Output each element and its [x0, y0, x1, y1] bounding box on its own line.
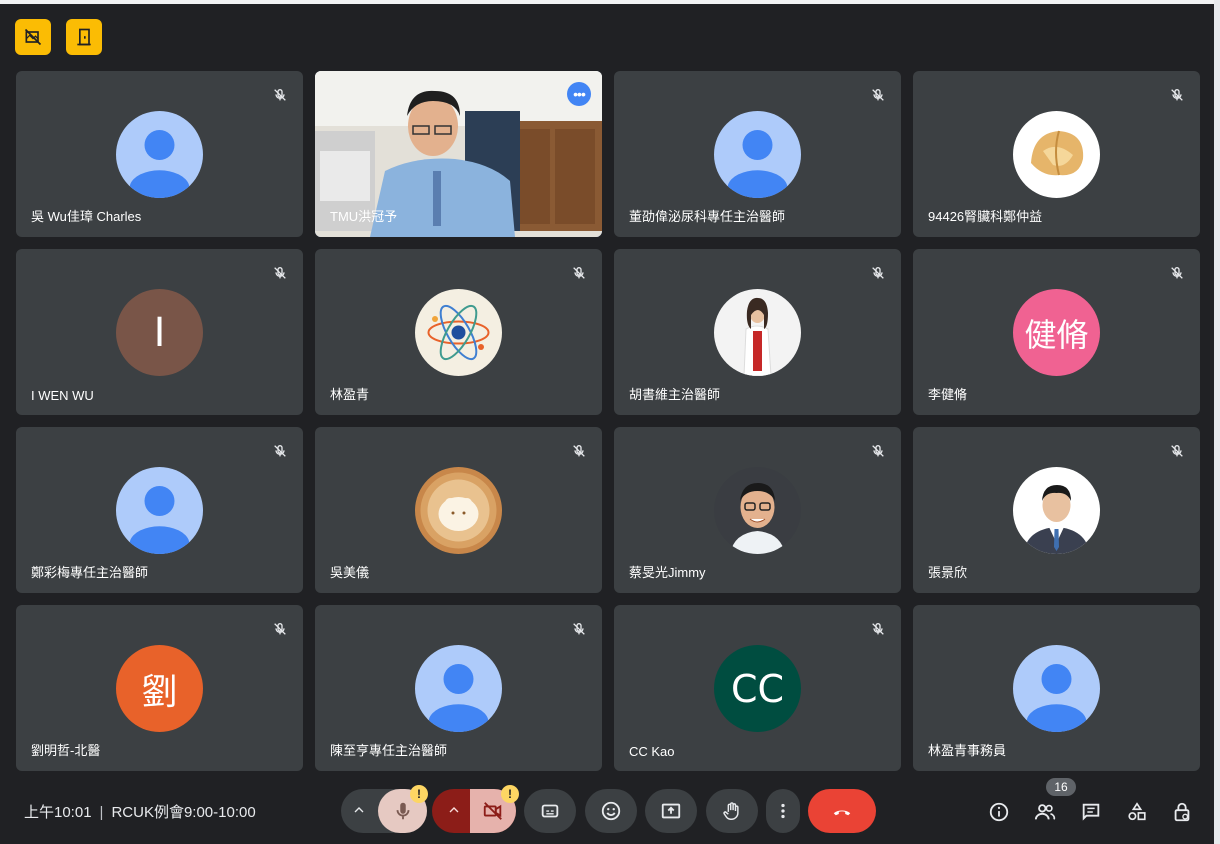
- participant-name: 鄭彩梅專任主治醫師: [31, 565, 149, 580]
- participant-name: I WEN WU: [31, 388, 94, 403]
- participant-name: 林盈青事務員: [928, 743, 1007, 758]
- present-icon: [661, 803, 681, 819]
- participant-tile[interactable]: 蔡旻光Jimmy: [614, 427, 901, 593]
- default-avatar-icon: [714, 111, 801, 198]
- activities-icon[interactable]: [1124, 799, 1150, 825]
- participant-tile[interactable]: 陳至亨專任主治醫師: [315, 605, 602, 771]
- participant-tile[interactable]: 胡書維主治醫師: [614, 249, 901, 415]
- letter-avatar: 劉: [116, 645, 203, 732]
- mic-off-icon: [568, 262, 590, 284]
- chevron-up-icon[interactable]: [351, 802, 367, 823]
- more-vert-icon: [781, 803, 785, 819]
- participant-name: TMU洪冠予: [330, 209, 398, 224]
- participant-tile[interactable]: 94426腎臟科鄭仲益: [913, 71, 1200, 237]
- participant-name: 94426腎臟科鄭仲益: [928, 209, 1043, 224]
- window-right-edge: [1214, 0, 1220, 844]
- latte-art-avatar: [415, 467, 502, 554]
- man-suit-photo-avatar: [1013, 467, 1100, 554]
- letter-avatar: CC: [714, 645, 801, 732]
- mic-off-icon: [269, 440, 291, 462]
- participant-name: 李健脩: [928, 387, 968, 402]
- current-time: 上午10:01: [24, 804, 92, 821]
- participant-name: 吳美儀: [330, 565, 370, 580]
- present-screen-button[interactable]: [645, 789, 697, 833]
- meeting-title: RCUK例會9:00-10:00: [111, 804, 256, 821]
- letter-avatar: I: [116, 289, 203, 376]
- participant-grid: 吳 Wu佳璋 Charles ••• TMU洪冠予 董劭偉泌尿科專任主治醫師 9…: [16, 71, 1201, 773]
- host-controls-icon[interactable]: [1169, 799, 1195, 825]
- mic-off-icon: [867, 618, 889, 640]
- default-avatar-icon: [415, 645, 502, 732]
- participant-name: 胡書維主治醫師: [629, 387, 721, 402]
- participant-name: 蔡旻光Jimmy: [629, 565, 706, 580]
- participant-tile[interactable]: 鄭彩梅專任主治醫師: [16, 427, 303, 593]
- captions-icon: [541, 804, 559, 818]
- participant-tile[interactable]: I I WEN WU: [16, 249, 303, 415]
- participant-name: CC Kao: [629, 744, 675, 759]
- participant-tile[interactable]: 吳美儀: [315, 427, 602, 593]
- chat-icon[interactable]: [1078, 799, 1104, 825]
- participant-tile[interactable]: 張景欣: [913, 427, 1200, 593]
- leave-call-button[interactable]: [808, 789, 876, 833]
- doctor-photo-avatar: [714, 289, 801, 376]
- participant-tile[interactable]: 吳 Wu佳璋 Charles: [16, 71, 303, 237]
- participant-tile[interactable]: 劉 劉明哲-北醫: [16, 605, 303, 771]
- man-glasses-photo-avatar: [714, 467, 801, 554]
- mic-off-icon: [269, 84, 291, 106]
- people-count-badge: 16: [1046, 778, 1076, 796]
- fortune-cookie-avatar: [1013, 111, 1100, 198]
- door-exit-icon[interactable]: [66, 19, 102, 55]
- participant-tile[interactable]: 董劭偉泌尿科專任主治醫師: [614, 71, 901, 237]
- captions-button[interactable]: [524, 789, 576, 833]
- mic-off-icon: [867, 440, 889, 462]
- participant-tile[interactable]: CC CC Kao: [614, 605, 901, 771]
- letter-avatar: 健脩: [1013, 289, 1100, 376]
- mic-off-icon: [867, 262, 889, 284]
- participant-name: 張景欣: [928, 565, 968, 580]
- participant-tile[interactable]: 林盈青事務員: [913, 605, 1200, 771]
- no-hd-icon[interactable]: [15, 19, 51, 55]
- participant-name: 陳至亨專任主治醫師: [330, 743, 448, 758]
- participant-tile[interactable]: 林盈青: [315, 249, 602, 415]
- participant-tile-active[interactable]: ••• TMU洪冠予: [315, 71, 602, 237]
- mic-off-icon: [1166, 440, 1188, 462]
- hang-up-icon: [833, 810, 851, 816]
- mic-off-icon: [1166, 84, 1188, 106]
- mic-warning-badge: !: [410, 785, 428, 803]
- meeting-info-icon[interactable]: [986, 799, 1012, 825]
- hand-icon: [723, 802, 739, 820]
- participant-tile[interactable]: 健脩 李健脩: [913, 249, 1200, 415]
- reactions-button[interactable]: [585, 789, 637, 833]
- people-icon[interactable]: [1032, 799, 1058, 825]
- participant-name: 吳 Wu佳璋 Charles: [31, 209, 142, 224]
- mic-off-icon: [568, 618, 590, 640]
- camera-warning-badge: !: [501, 785, 519, 803]
- mic-off-icon: [1166, 262, 1188, 284]
- mic-off-icon: [269, 618, 291, 640]
- raise-hand-button[interactable]: [706, 789, 758, 833]
- participant-name: 劉明哲-北醫: [31, 743, 101, 758]
- chevron-up-icon[interactable]: [446, 802, 462, 823]
- default-avatar-icon: [116, 467, 203, 554]
- default-avatar-icon: [1013, 645, 1100, 732]
- atom-avatar: [415, 289, 502, 376]
- mic-off-icon: [269, 262, 291, 284]
- emoji-icon: [601, 801, 621, 821]
- mic-off-icon: [568, 440, 590, 462]
- participant-name: 林盈青: [330, 387, 370, 402]
- participant-name: 董劭偉泌尿科專任主治醫師: [629, 209, 786, 224]
- more-options-button[interactable]: •••: [567, 82, 591, 106]
- meeting-details: 上午10:01 | RCUK例會9:00-10:00: [24, 801, 256, 822]
- more-options-button[interactable]: [766, 789, 800, 833]
- meeting-controls-bar: 上午10:01 | RCUK例會9:00-10:00 ! ! 16: [0, 774, 1214, 844]
- separator: |: [99, 804, 104, 821]
- default-avatar-icon: [116, 111, 203, 198]
- mic-off-icon: [867, 84, 889, 106]
- window-top-edge: [0, 0, 1220, 4]
